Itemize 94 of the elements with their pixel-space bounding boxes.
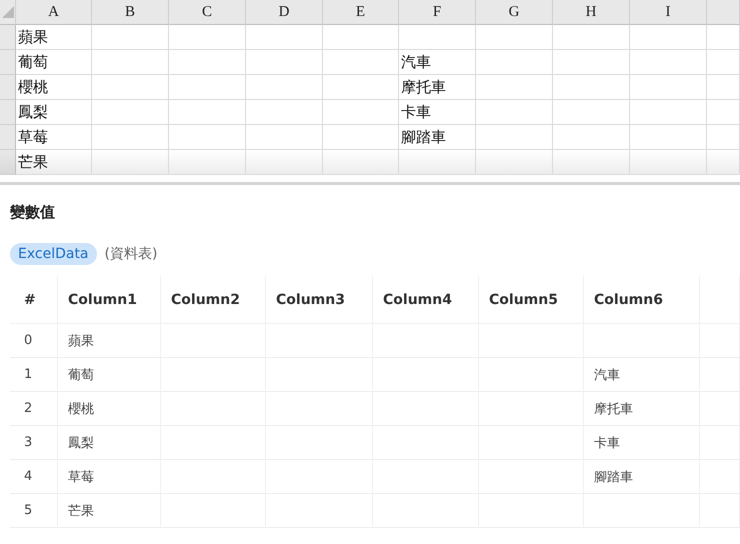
table-cell: 蘋果 bbox=[58, 324, 161, 358]
sheet-cell[interactable] bbox=[246, 25, 323, 50]
column-header[interactable]: E bbox=[323, 0, 399, 25]
table-cell: 1 bbox=[10, 358, 58, 392]
sheet-cell[interactable] bbox=[323, 25, 399, 50]
variable-type: (資料表) bbox=[104, 245, 158, 263]
column-header[interactable]: B bbox=[92, 0, 169, 25]
row-header[interactable] bbox=[0, 75, 16, 100]
table-cell: 卡車 bbox=[584, 426, 700, 460]
sheet-cell[interactable] bbox=[399, 25, 476, 50]
table-cell: 0 bbox=[10, 324, 58, 358]
sheet-cell[interactable]: 蘋果 bbox=[16, 25, 92, 50]
sheet-cell[interactable] bbox=[707, 75, 740, 100]
column-header[interactable] bbox=[707, 0, 740, 25]
section-heading: 變數值 bbox=[10, 203, 55, 222]
sheet-cell[interactable] bbox=[169, 25, 246, 50]
sheet-cell[interactable] bbox=[630, 75, 707, 100]
table-cell: 腳踏車 bbox=[584, 460, 700, 494]
sheet-cell[interactable] bbox=[92, 50, 169, 75]
column-header[interactable]: A bbox=[16, 0, 92, 25]
sheet-cell[interactable] bbox=[92, 75, 169, 100]
column-header[interactable]: C bbox=[169, 0, 246, 25]
sheet-cell[interactable] bbox=[553, 150, 630, 175]
sheet-cell[interactable] bbox=[476, 75, 553, 100]
table-cell: 葡萄 bbox=[58, 358, 161, 392]
sheet-cell[interactable] bbox=[707, 100, 740, 125]
sheet-cell[interactable] bbox=[323, 50, 399, 75]
corner-triangle-icon bbox=[2, 6, 14, 18]
column-header: Column5 bbox=[479, 276, 584, 324]
sheet-cell[interactable] bbox=[323, 100, 399, 125]
sheet-cell[interactable] bbox=[553, 100, 630, 125]
column-header: Column4 bbox=[373, 276, 479, 324]
sheet-cell[interactable] bbox=[169, 100, 246, 125]
sheet-cell[interactable]: 芒果 bbox=[16, 150, 92, 175]
sheet-cell[interactable] bbox=[707, 25, 740, 50]
column-header[interactable]: H bbox=[553, 0, 630, 25]
column-header[interactable]: D bbox=[246, 0, 323, 25]
column-header[interactable]: F bbox=[399, 0, 476, 25]
table-cell: 芒果 bbox=[58, 494, 161, 528]
sheet-cell[interactable] bbox=[476, 100, 553, 125]
sheet-cell[interactable] bbox=[476, 50, 553, 75]
sheet-cell[interactable] bbox=[630, 50, 707, 75]
sheet-cell[interactable] bbox=[92, 25, 169, 50]
column-header[interactable]: G bbox=[476, 0, 553, 25]
sheet-cell[interactable] bbox=[553, 25, 630, 50]
sheet-cell[interactable] bbox=[399, 150, 476, 175]
sheet-cell[interactable] bbox=[169, 75, 246, 100]
sheet-cell[interactable] bbox=[246, 100, 323, 125]
sheet-cell[interactable] bbox=[476, 150, 553, 175]
select-all-corner[interactable] bbox=[0, 0, 16, 25]
sheet-cell[interactable] bbox=[246, 50, 323, 75]
table-cell: 草莓 bbox=[58, 460, 161, 494]
sheet-cell[interactable] bbox=[553, 75, 630, 100]
sheet-cell[interactable]: 櫻桃 bbox=[16, 75, 92, 100]
sheet-cell[interactable]: 卡車 bbox=[399, 100, 476, 125]
variable-chip[interactable]: ExcelData bbox=[10, 243, 97, 265]
row-header[interactable] bbox=[0, 125, 16, 150]
row-header[interactable] bbox=[0, 50, 16, 75]
sheet-cell[interactable] bbox=[553, 50, 630, 75]
table-cell: 4 bbox=[10, 460, 58, 494]
row-header[interactable] bbox=[0, 100, 16, 125]
table-cell: 摩托車 bbox=[584, 392, 700, 426]
table-cell: 汽車 bbox=[584, 358, 700, 392]
sheet-cell[interactable] bbox=[169, 150, 246, 175]
table-cell: 3 bbox=[10, 426, 58, 460]
table-cell: 鳳梨 bbox=[58, 426, 161, 460]
sheet-cell[interactable] bbox=[707, 50, 740, 75]
sheet-cell[interactable] bbox=[92, 150, 169, 175]
sheet-cell[interactable]: 葡萄 bbox=[16, 50, 92, 75]
sheet-cell[interactable] bbox=[707, 150, 740, 175]
sheet-cell[interactable] bbox=[169, 50, 246, 75]
row-header[interactable] bbox=[0, 25, 16, 50]
column-header[interactable]: I bbox=[630, 0, 707, 25]
column-header: Column2 bbox=[161, 276, 266, 324]
column-header: Column6 bbox=[584, 276, 700, 324]
row-header[interactable] bbox=[0, 150, 16, 175]
sheet-cell[interactable]: 摩托車 bbox=[399, 75, 476, 100]
sheet-cell[interactable] bbox=[630, 100, 707, 125]
sheet-cell[interactable] bbox=[476, 25, 553, 50]
table-cell: 櫻桃 bbox=[58, 392, 161, 426]
column-header: Column1 bbox=[58, 276, 161, 324]
sheet-cell[interactable] bbox=[323, 150, 399, 175]
sheet-cell[interactable] bbox=[246, 75, 323, 100]
sheet-cell[interactable] bbox=[92, 100, 169, 125]
column-header: Column3 bbox=[266, 276, 373, 324]
sheet-cell[interactable] bbox=[630, 150, 707, 175]
sheet-cell[interactable]: 汽車 bbox=[399, 50, 476, 75]
table-cell: 5 bbox=[10, 494, 58, 528]
sheet-cell[interactable] bbox=[323, 75, 399, 100]
sheet-cell[interactable]: 鳳梨 bbox=[16, 100, 92, 125]
column-header: # bbox=[10, 276, 58, 324]
sheet-cell[interactable] bbox=[246, 150, 323, 175]
table-cell: 2 bbox=[10, 392, 58, 426]
sheet-cell[interactable] bbox=[630, 25, 707, 50]
